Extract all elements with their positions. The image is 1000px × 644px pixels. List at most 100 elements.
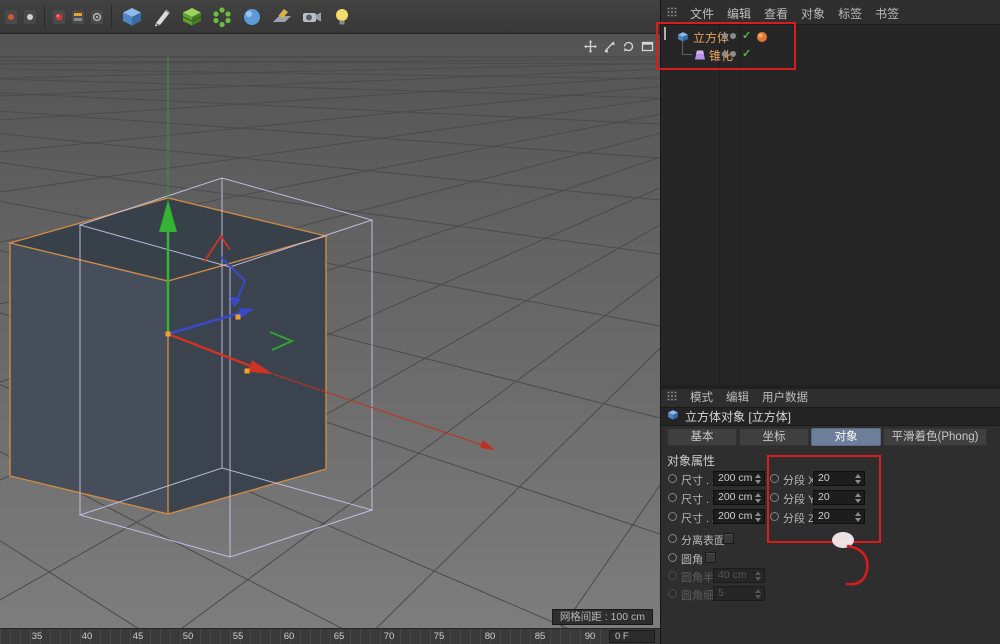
property-row-fillet-subdivision: 圆角细分 5 xyxy=(661,585,1000,603)
timeline-tick: 80 xyxy=(479,631,501,642)
object-properties-header: 对象属性 xyxy=(667,452,715,469)
keyframe-dot xyxy=(668,589,677,598)
property-row-fillet-radius: 圆角半径 40 cm xyxy=(661,567,1000,585)
segments-z-field[interactable]: 20 xyxy=(813,509,865,524)
om-menu-tags[interactable]: 标签 xyxy=(838,5,862,22)
spinner-icon xyxy=(754,588,763,599)
cube-primitive-icon[interactable] xyxy=(118,3,145,31)
spinner-icon[interactable] xyxy=(754,473,763,484)
phong-tag-icon[interactable] xyxy=(756,30,768,42)
spinner-icon[interactable] xyxy=(754,492,763,503)
object-row-cube[interactable]: 立方体 ✓ xyxy=(661,28,1000,45)
viewport-scene[interactable] xyxy=(0,34,660,628)
keyframe-dot[interactable] xyxy=(668,534,677,543)
keyframe-dot[interactable] xyxy=(770,474,779,483)
keyframe-dot[interactable] xyxy=(770,512,779,521)
render-view-icon[interactable] xyxy=(51,3,67,31)
enabled-check-icon[interactable]: ✓ xyxy=(742,47,751,60)
toolbar-separator xyxy=(111,5,112,29)
timeline-tick: 50 xyxy=(177,631,199,642)
property-row-size-x: 尺寸 . X 200 cm 分段 X 20 xyxy=(661,470,1000,488)
keyframe-dot[interactable] xyxy=(668,553,677,562)
keyframe-dot xyxy=(668,571,677,580)
tab-phong[interactable]: 平滑着色(Phong) xyxy=(883,428,987,446)
property-row-size-y: 尺寸 . Y 200 cm 分段 Y 20 xyxy=(661,489,1000,507)
plane-tool-icon[interactable] xyxy=(268,3,295,31)
subdivision-cube-icon[interactable] xyxy=(178,3,205,31)
keyframe-dot[interactable] xyxy=(668,493,677,502)
size-y-field[interactable]: 200 cm xyxy=(713,490,765,505)
keyframe-dot[interactable] xyxy=(668,474,677,483)
keyframe-dot[interactable] xyxy=(770,493,779,502)
array-tool-icon[interactable] xyxy=(208,3,235,31)
om-menu-bookmarks[interactable]: 书签 xyxy=(875,5,899,22)
render-visibility-dot[interactable] xyxy=(730,33,736,39)
tree-branch-line xyxy=(682,40,692,55)
toolbar-separator xyxy=(44,5,45,29)
timeline-tick: 85 xyxy=(529,631,551,642)
separate-surfaces-checkbox[interactable] xyxy=(723,533,734,544)
spinner-icon[interactable] xyxy=(754,511,763,522)
cinema4d-window: 网格间距 : 100 cm 35 40 45 50 55 60 65 70 75… xyxy=(0,0,1000,644)
segments-y-field[interactable]: 20 xyxy=(813,490,865,505)
dolly-icon[interactable] xyxy=(602,39,616,53)
editor-visibility-dot[interactable] xyxy=(722,33,728,39)
om-column-separator xyxy=(740,25,741,385)
am-menu-userdata[interactable]: 用户数据 xyxy=(762,389,808,405)
tab-object[interactable]: 对象 xyxy=(811,428,881,446)
spinner-icon[interactable] xyxy=(854,473,863,484)
redo-icon[interactable] xyxy=(22,3,38,31)
metaball-icon[interactable] xyxy=(238,3,265,31)
tab-basic[interactable]: 基本 xyxy=(667,428,737,446)
fillet-checkbox[interactable] xyxy=(705,552,716,563)
size-z-field[interactable]: 200 cm xyxy=(713,509,765,524)
om-menu-view[interactable]: 查看 xyxy=(764,5,788,22)
render-visibility-dot[interactable] xyxy=(730,51,736,57)
spinner-icon xyxy=(754,570,763,581)
field-label: 圆角 xyxy=(681,551,703,567)
tab-coord[interactable]: 坐标 xyxy=(739,428,809,446)
camera-icon[interactable] xyxy=(298,3,325,31)
field-label: 分段 Z xyxy=(783,510,815,526)
editor-visibility-dot[interactable] xyxy=(722,51,728,57)
panel-handle-icon[interactable] xyxy=(667,6,677,20)
property-row-separate-surfaces: 分离表面 xyxy=(661,530,1000,548)
segments-x-field[interactable]: 20 xyxy=(813,471,865,486)
maximize-icon[interactable] xyxy=(640,39,654,53)
size-x-field[interactable]: 200 cm xyxy=(713,471,765,486)
am-menu-mode[interactable]: 模式 xyxy=(690,389,713,405)
om-menu-object[interactable]: 对象 xyxy=(801,5,825,22)
object-manager-menubar: 文件 编辑 查看 对象 标签 书签 xyxy=(661,4,899,22)
keyframe-dot[interactable] xyxy=(668,512,677,521)
spinner-icon[interactable] xyxy=(854,492,863,503)
timeline-tick: 60 xyxy=(278,631,300,642)
pen-tool-icon[interactable] xyxy=(148,3,175,31)
object-row-taper[interactable]: 锥化 ✓ xyxy=(661,46,1000,63)
viewport[interactable]: 网格间距 : 100 cm xyxy=(0,34,660,628)
main-toolbar xyxy=(0,0,660,34)
right-panel: 文件 编辑 查看 对象 标签 书签 立方体 ✓ xyxy=(660,0,1000,644)
om-menu-file[interactable]: 文件 xyxy=(690,5,714,22)
fillet-radius-field: 40 cm xyxy=(713,568,765,583)
om-menu-edit[interactable]: 编辑 xyxy=(727,5,751,22)
panel-handle-icon[interactable] xyxy=(667,391,677,404)
undo-icon[interactable] xyxy=(3,3,19,31)
spinner-icon[interactable] xyxy=(854,511,863,522)
timeline-tick: 70 xyxy=(378,631,400,642)
render-settings-icon[interactable] xyxy=(89,3,105,31)
rotate-icon[interactable] xyxy=(621,39,635,53)
am-menu-edit[interactable]: 编辑 xyxy=(726,389,749,405)
current-frame-field[interactable]: 0 F xyxy=(609,630,655,643)
object-manager-tree[interactable]: 立方体 ✓ 锥化 ✓ xyxy=(661,24,1000,385)
render-queue-icon[interactable] xyxy=(70,3,86,31)
timeline-ruler[interactable]: 35 40 45 50 55 60 65 70 75 80 85 90 0 F xyxy=(0,628,660,644)
property-row-fillet: 圆角 xyxy=(661,549,1000,567)
grid-spacing-badge: 网格间距 : 100 cm xyxy=(552,609,653,625)
enabled-check-icon[interactable]: ✓ xyxy=(742,29,751,42)
timeline-tick: 90 xyxy=(579,631,601,642)
light-icon[interactable] xyxy=(328,3,355,31)
cube-object-icon xyxy=(667,409,679,424)
timeline-tick: 40 xyxy=(76,631,98,642)
pan-icon[interactable] xyxy=(583,39,597,53)
attribute-tabs: 基本 坐标 对象 平滑着色(Phong) xyxy=(667,428,987,446)
